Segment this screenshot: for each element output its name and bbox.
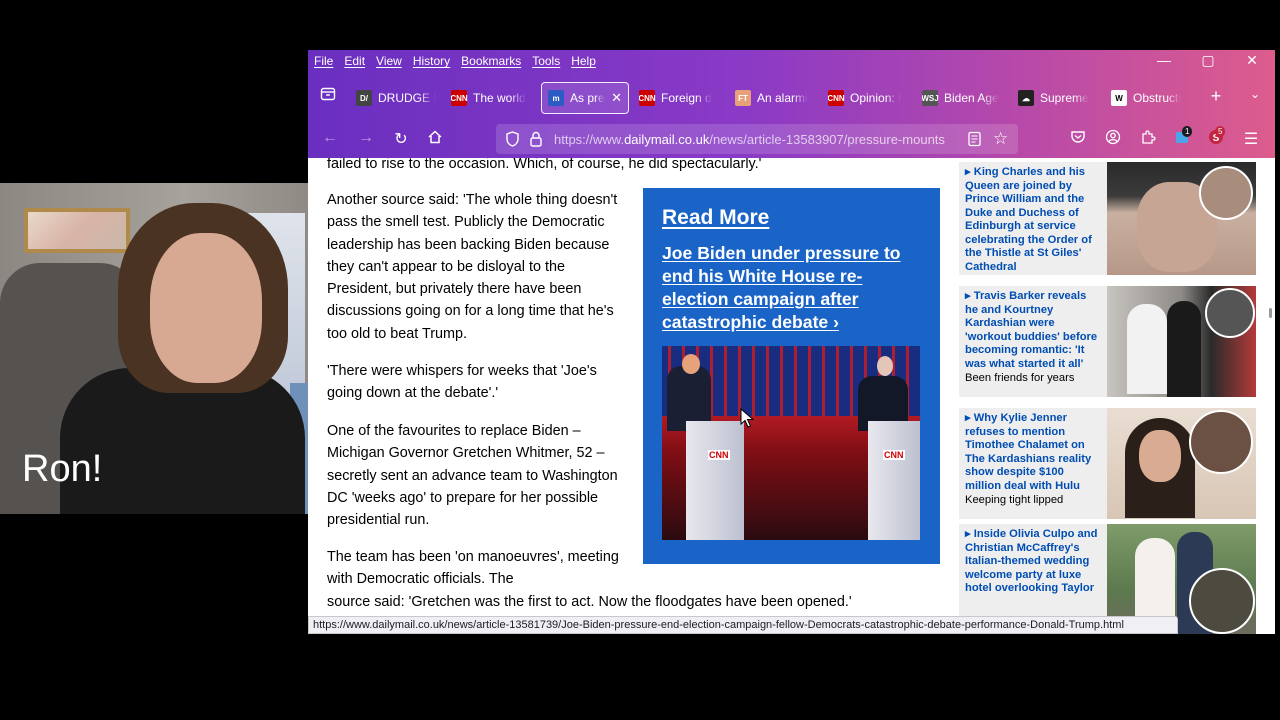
back-arrow-icon[interactable]: ← <box>320 129 340 147</box>
screen: File Edit View History Bookmarks Tools H… <box>0 0 1280 720</box>
tab-7[interactable]: WSJ Biden Age <box>922 82 1002 114</box>
tab-5[interactable]: FT An alarmi <box>735 82 815 114</box>
menu-edit[interactable]: Edit <box>344 54 365 68</box>
menu-bar: File Edit View History Bookmarks Tools H… <box>308 50 1275 72</box>
home-icon[interactable] <box>425 129 445 150</box>
tab-3[interactable]: m As pres ✕ <box>541 82 629 114</box>
web-page: failed to rise to the occasion. Which, o… <box>308 158 1275 634</box>
forward-arrow-icon[interactable]: → <box>356 129 376 147</box>
tab-favicon-icon: WSJ <box>922 90 939 106</box>
read-more-title[interactable]: Read More <box>662 206 921 230</box>
menu-tools[interactable]: Tools <box>532 54 560 68</box>
tab-6[interactable]: CNN Opinion: I <box>828 82 908 114</box>
sidebar-headline-2[interactable]: ▸ Travis Barker reveals he and Kourtney … <box>965 290 1097 370</box>
sidebar-thumb-3[interactable] <box>1107 408 1256 519</box>
sidebar-sub-2: Been friends for years <box>965 372 1075 384</box>
minimize-button[interactable]: — <box>1154 52 1174 68</box>
sidebar-story-1[interactable]: ▸ King Charles and his Queen are joined … <box>959 162 1256 275</box>
podium-right <box>868 421 920 540</box>
menu-help[interactable]: Help <box>571 54 596 68</box>
article-last-line: source said: 'Gretchen was the first to … <box>327 594 852 610</box>
reload-icon[interactable]: ↻ <box>391 129 411 149</box>
article-paragraph-4: The team has been 'on manoeuvres', meeti… <box>327 549 619 588</box>
tab-4[interactable]: CNN Foreign d <box>639 82 719 114</box>
tab-title: DRUDGE R <box>378 91 436 105</box>
tab-favicon-icon: CNN <box>451 90 468 106</box>
tab-favicon-icon: D/ <box>356 90 372 106</box>
read-more-headline[interactable]: Joe Biden under pressure to end his Whit… <box>662 242 921 334</box>
browser-chrome: File Edit View History Bookmarks Tools H… <box>308 50 1275 158</box>
podium-left <box>686 421 744 540</box>
account-icon[interactable] <box>1103 129 1123 150</box>
navigation-toolbar: ← → ↻ https://www.dailymail.co.uk/news/a… <box>308 122 1275 156</box>
cnn-logo-left: CNN <box>708 450 730 460</box>
browser-window: File Edit View History Bookmarks Tools H… <box>308 50 1275 634</box>
reader-view-icon[interactable] <box>967 131 982 152</box>
tab-title: Obstructi <box>1133 91 1182 105</box>
app-menu-icon[interactable]: ☰ <box>1241 129 1261 149</box>
sidebar-story-3[interactable]: ▸ Why Kylie Jenner refuses to mention Ti… <box>959 408 1256 519</box>
menu-view[interactable]: View <box>376 54 402 68</box>
extensions-puzzle-icon[interactable] <box>1138 129 1158 150</box>
debate-photo[interactable]: CNN CNN <box>662 346 920 540</box>
inset-portrait <box>1199 166 1253 220</box>
cnn-logo-right: CNN <box>883 450 905 460</box>
article-paragraph-3: One of the favourites to replace Biden –… <box>327 423 618 529</box>
sidebar-thumb-1[interactable] <box>1107 162 1256 275</box>
tab-2[interactable]: CNN The world <box>451 82 531 114</box>
article-top-fragment: failed to rise to the occasion. Which, o… <box>327 158 762 172</box>
lock-icon[interactable] <box>529 131 543 152</box>
tab-title: Biden Age <box>944 91 999 105</box>
shield-icon[interactable] <box>505 131 520 152</box>
tab-8[interactable]: ☁ Supreme <box>1018 82 1098 114</box>
menu-bookmarks[interactable]: Bookmarks <box>461 54 521 68</box>
sidebar-story-2[interactable]: ▸ Travis Barker reveals he and Kourtney … <box>959 286 1256 397</box>
sidebar-headline-3[interactable]: ▸ Why Kylie Jenner refuses to mention Ti… <box>965 412 1091 492</box>
close-tab-icon[interactable]: ✕ <box>611 90 622 106</box>
menu-history[interactable]: History <box>413 54 450 68</box>
tab-favicon-icon: W <box>1111 90 1127 106</box>
list-tabs-chevron-down-icon[interactable]: ⌄ <box>1245 87 1265 101</box>
mouse-cursor-icon <box>740 408 754 428</box>
sidebar-thumb-2[interactable] <box>1107 286 1256 397</box>
scrollbar-thumb[interactable] <box>1269 308 1272 318</box>
tab-favicon-icon: FT <box>735 90 751 106</box>
new-tab-icon[interactable]: + <box>1206 86 1226 107</box>
wall-picture <box>24 208 130 253</box>
tab-9[interactable]: W Obstructi <box>1111 82 1191 114</box>
tab-1[interactable]: D/DRUDGE R <box>356 82 436 114</box>
url-text[interactable]: https://www.dailymail.co.uk/news/article… <box>554 132 958 147</box>
tab-title: An alarmi <box>757 91 808 105</box>
tab-favicon-icon: m <box>548 90 564 106</box>
article-paragraph-1: Another source said: 'The whole thing do… <box>327 192 618 342</box>
webcam-overlay: Ron! <box>0 183 308 514</box>
tab-favicon-icon: CNN <box>639 90 656 106</box>
close-window-button[interactable]: ✕ <box>1242 52 1262 69</box>
article-paragraph-2: 'There were whispers for weeks that 'Joe… <box>327 363 597 402</box>
maximize-button[interactable]: ▢ <box>1198 52 1218 69</box>
sidebar-headline-1[interactable]: ▸ King Charles and his Queen are joined … <box>965 166 1092 273</box>
tab-favicon-icon: ☁ <box>1018 90 1034 106</box>
tab-strip: D/DRUDGE R CNN The world m As pres ✕ CNN Foreig… <box>308 80 1275 116</box>
read-more-box[interactable]: Read More Joe Biden under pressure to en… <box>643 188 940 564</box>
tab-title: Supreme <box>1040 91 1089 105</box>
tab-title: As pres <box>570 91 605 105</box>
person-face <box>150 233 262 383</box>
webcam-caption: Ron! <box>22 448 103 490</box>
sidebar-sub-3: Keeping tight lipped <box>965 494 1064 506</box>
tab-title: Opinion: I <box>850 91 902 105</box>
tab-favicon-icon: CNN <box>828 90 845 106</box>
bookmark-star-icon[interactable]: ☆ <box>993 129 1008 149</box>
tab-title: The world <box>473 91 526 105</box>
pocket-icon[interactable] <box>1068 129 1088 150</box>
tab-overview-icon[interactable] <box>318 86 338 107</box>
sidebar-headline-4[interactable]: ▸ Inside Olivia Culpo and Christian McCa… <box>965 528 1097 594</box>
link-status-bar: https://www.dailymail.co.uk/news/article… <box>308 616 1178 634</box>
menu-file[interactable]: File <box>314 54 333 68</box>
url-bar[interactable]: https://www.dailymail.co.uk/news/article… <box>496 124 1018 154</box>
tab-title: Foreign d <box>661 91 712 105</box>
